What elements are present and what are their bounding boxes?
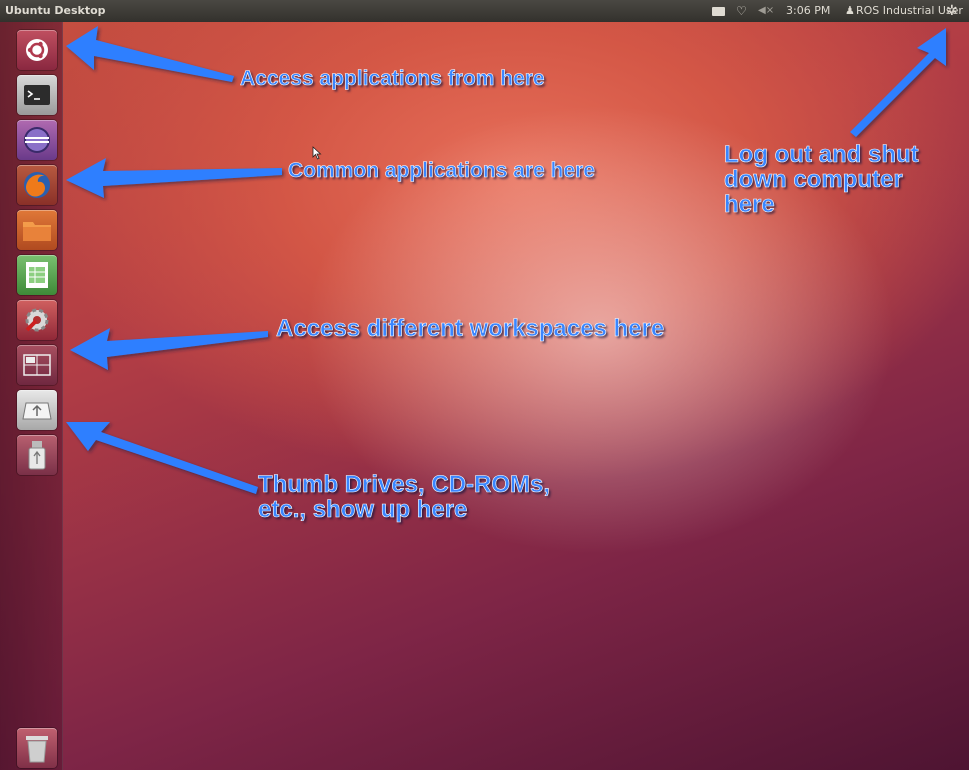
launcher-item-dash-home[interactable] bbox=[17, 30, 57, 70]
launcher-item-workspace-switcher[interactable] bbox=[17, 345, 57, 385]
mail-icon[interactable] bbox=[712, 0, 725, 22]
folder-icon bbox=[23, 222, 51, 241]
annotation-workspaces: Access different workspaces here bbox=[276, 315, 665, 342]
arrow-to-common-apps bbox=[66, 158, 282, 198]
arrow-to-workspaces bbox=[70, 328, 268, 370]
launcher-item-eclipse[interactable] bbox=[17, 120, 57, 160]
annotation-drives-line1: Thumb Drives, CD-ROMs, bbox=[258, 471, 551, 498]
volume-icon[interactable]: ◀× bbox=[758, 0, 774, 22]
spreadsheet-icon bbox=[26, 262, 48, 288]
annotation-drives-line2: etc., show up here bbox=[258, 496, 468, 524]
firefox-icon bbox=[24, 172, 50, 198]
clock[interactable]: 3:06 PM bbox=[786, 0, 830, 22]
terminal-icon bbox=[24, 85, 50, 105]
arrow-to-session-menu bbox=[850, 28, 946, 137]
annotation-logout: Log out and shut down computer here bbox=[724, 142, 919, 218]
launcher-item-files[interactable] bbox=[17, 210, 57, 250]
launcher-item-libreoffice-calc[interactable] bbox=[17, 255, 57, 295]
launcher bbox=[0, 22, 63, 770]
arrow-to-dash bbox=[66, 26, 234, 82]
desktop-screen: Ubuntu Desktop ♡ ◀× 3:06 PM ♟ ROS Indust… bbox=[0, 0, 969, 770]
usb-drive-icon bbox=[22, 402, 52, 420]
arrow-to-drives bbox=[66, 422, 258, 494]
active-app-title: Ubuntu Desktop bbox=[5, 4, 106, 17]
trash-icon bbox=[26, 736, 48, 763]
settings-icon bbox=[25, 308, 49, 332]
launcher-item-firefox[interactable] bbox=[17, 165, 57, 205]
annotation-arrows bbox=[66, 26, 946, 494]
launcher-item-trash[interactable] bbox=[17, 728, 57, 768]
eclipse-icon bbox=[24, 127, 50, 153]
launcher-item-system-settings[interactable] bbox=[17, 300, 57, 340]
annotation-drives: Thumb Drives, CD-ROMs, etc., show up her… bbox=[258, 471, 551, 524]
annotation-logout-line1: Log out and shut bbox=[724, 141, 919, 168]
mouse-cursor-icon bbox=[312, 146, 322, 160]
annotation-applications: Access applications from here bbox=[240, 67, 545, 90]
session-gear-icon[interactable]: ✲ bbox=[946, 0, 958, 22]
ubuntu-logo-icon bbox=[26, 39, 48, 61]
annotation-common-apps: Common applications are here bbox=[288, 159, 596, 182]
user-icon: ♟ bbox=[845, 4, 855, 17]
launcher-item-thumb-drive[interactable] bbox=[17, 435, 57, 475]
workspace-icon bbox=[23, 354, 51, 376]
annotation-logout-line2: down computer bbox=[724, 166, 903, 194]
annotation-logout-line3: here bbox=[724, 191, 775, 219]
network-icon[interactable]: ♡ bbox=[736, 0, 747, 22]
launcher-item-terminal[interactable] bbox=[17, 75, 57, 115]
launcher-item-removable-drive[interactable] bbox=[17, 390, 57, 430]
top-panel: Ubuntu Desktop ♡ ◀× 3:06 PM ♟ ROS Indust… bbox=[0, 0, 969, 22]
usb-stick-icon bbox=[28, 441, 46, 470]
